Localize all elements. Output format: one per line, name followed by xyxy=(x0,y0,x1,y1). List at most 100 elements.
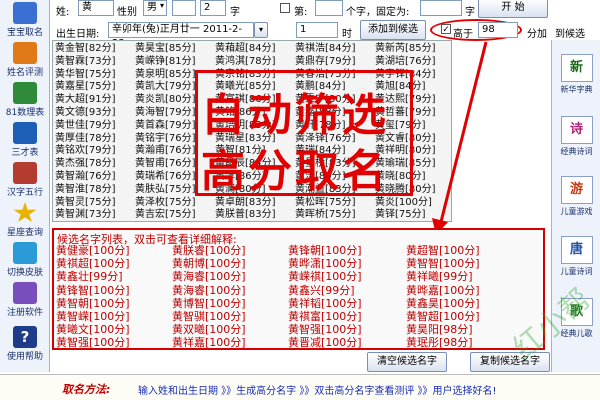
candidate-item[interactable]: 黄博智[100分] xyxy=(172,297,246,310)
candidate-item[interactable]: 黄曦文[100分] xyxy=(56,323,130,336)
name-grid-item[interactable]: 黄世佳[79分] xyxy=(55,120,116,132)
fixed-char-checkbox[interactable] xyxy=(280,3,290,13)
candidate-item[interactable]: 黄鑫昊[100分] xyxy=(406,297,480,310)
name-grid-item[interactable]: 黄瑞希[76分] xyxy=(135,171,196,183)
name-grid-item[interactable]: 黄嘉星[75分] xyxy=(55,81,116,93)
name-grid-item[interactable]: 黄首森[79分] xyxy=(135,120,196,132)
name-grid-item[interactable]: 黄肤弘[75分] xyxy=(135,184,196,196)
candidate-item[interactable]: 黄鑫壮[99分] xyxy=(56,270,123,283)
candidate-item[interactable]: 黄祥韬[100分] xyxy=(288,297,362,310)
name-grid-item[interactable]: 黄海智[79分] xyxy=(135,107,196,119)
name-grid-item[interactable]: 黄泉明[85分] xyxy=(135,69,196,81)
name-grid-item[interactable]: 黄瀚甫[76分] xyxy=(135,145,196,157)
tool-dictionary[interactable]: 新 新华字典 xyxy=(552,54,600,95)
name-grid-item[interactable]: 黄智瀚[76分] xyxy=(55,171,116,183)
candidate-item[interactable]: 黄晔嘉[100分] xyxy=(406,284,480,297)
name-grid-item[interactable]: 黄杰强[78分] xyxy=(55,158,116,170)
candidate-item[interactable]: 黄珉彤[98分] xyxy=(406,336,473,349)
name-grid-item[interactable]: 黄昊宝[85分] xyxy=(135,43,196,55)
birth-hour-input[interactable]: 1 xyxy=(296,22,338,38)
candidate-item[interactable]: 黄锋智[100分] xyxy=(56,284,130,297)
sidebar-item-81-numbers[interactable]: 81数理表 xyxy=(0,82,50,118)
name-grid-item[interactable]: 黄铭欢[79分] xyxy=(55,145,116,157)
candidate-item[interactable]: 黄健豪[100分] xyxy=(56,244,130,257)
name-grid-item[interactable]: 黄晖桥[75分] xyxy=(295,209,356,221)
sidebar-item-wuxing[interactable]: 汉字五行 xyxy=(0,162,50,198)
sidebar-item-baby-naming[interactable]: 宝宝取名 xyxy=(0,2,50,38)
name-grid-item[interactable]: 黄铭宇[76分] xyxy=(135,133,196,145)
candidate-item[interactable]: 黄嵘祺[100分] xyxy=(288,270,362,283)
tool-kids-poems[interactable]: 唐 儿童诗词 xyxy=(552,236,600,277)
name-grid-item[interactable]: 黄葙超[84分] xyxy=(215,43,276,55)
add-to-candidates-button[interactable]: 添加到候选 xyxy=(360,20,426,40)
candidate-item[interactable]: 黄智超[100分] xyxy=(406,310,480,323)
sidebar-item-help[interactable]: ? 使用帮助 xyxy=(0,326,50,362)
name-grid-item[interactable]: 黄朕普[83分] xyxy=(215,209,276,221)
chevron-down-icon[interactable]: ▾ xyxy=(160,1,164,10)
candidate-item[interactable]: 黄智嵘[100分] xyxy=(56,310,130,323)
name-grid-item[interactable]: 黄嵘铮[81分] xyxy=(135,56,196,68)
name-grid-item[interactable]: 黄铎[75分] xyxy=(375,209,426,221)
name-grid-item[interactable]: 黄凯大[79分] xyxy=(135,81,196,93)
candidate-item[interactable]: 黄朕睿[100分] xyxy=(172,244,246,257)
name-grid-item[interactable]: 黄文德[93分] xyxy=(55,107,116,119)
char-count-input[interactable]: 2 xyxy=(200,0,226,16)
name-grid-item[interactable]: 黄鼎存[79分] xyxy=(295,56,356,68)
name-grid-item[interactable]: 黄泽枚[75分] xyxy=(135,197,196,209)
left-sidebar: 宝宝取名 姓名评测 81数理表 三才表 汉字五行 星座查询 切换皮肤 注册软件 … xyxy=(0,0,50,372)
name-grid-item[interactable]: 黄智渊[73分] xyxy=(55,209,116,221)
name-grid-item[interactable]: 黄智灵[75分] xyxy=(55,197,116,209)
tool-poems[interactable]: 诗 经典诗词 xyxy=(552,116,600,157)
name-grid-item[interactable]: 黄金智[82分] xyxy=(55,43,116,55)
tool-games[interactable]: 游 儿童游戏 xyxy=(552,176,600,217)
candidate-item[interactable]: 黄智强[100分] xyxy=(56,336,130,349)
sidebar-item-horoscope[interactable]: 星座查询 xyxy=(0,202,50,238)
sidebar-item-register[interactable]: 注册软件 xyxy=(0,282,50,318)
candidate-item[interactable]: 黄晔潇[100分] xyxy=(288,257,362,270)
name-grid-item[interactable]: 黄智淮[78分] xyxy=(55,184,116,196)
date-picker-button[interactable]: ▾ xyxy=(254,22,268,38)
name-grid-item[interactable]: 黄华智[75分] xyxy=(55,69,116,81)
sidebar-item-sancai[interactable]: 三才表 xyxy=(0,122,50,158)
candidate-item[interactable]: 黄祥曦[99分] xyxy=(406,270,473,283)
name-grid-item[interactable]: 黄智霖[73分] xyxy=(55,56,116,68)
birth-date-input[interactable]: 辛卯年(兔)正月廿一 2011-2-23 xyxy=(108,22,254,49)
key-icon xyxy=(13,282,37,304)
name-grid-item[interactable]: 黄炎凯[80分] xyxy=(135,94,196,106)
candidate-item[interactable]: 黄超智[100分] xyxy=(406,244,480,257)
name-grid-item[interactable]: 黄祺浩[84分] xyxy=(295,43,356,55)
position-input[interactable] xyxy=(315,0,343,16)
candidate-item[interactable]: 黄智骐[100分] xyxy=(172,310,246,323)
name-grid-item[interactable]: 黄鸿淇[78分] xyxy=(215,56,276,68)
candidate-item[interactable]: 黄朝博[100分] xyxy=(172,257,246,270)
candidate-item[interactable]: 黄鑫兴[99分] xyxy=(288,284,355,297)
name-grid-item[interactable]: 黄吉宏[75分] xyxy=(135,209,196,221)
candidate-item[interactable]: 黄海睿[100分] xyxy=(172,284,246,297)
candidate-item[interactable]: 黄锋朝[100分] xyxy=(288,244,362,257)
candidate-item[interactable]: 黄晋减[100分] xyxy=(288,336,362,349)
candidate-list[interactable]: 候选名字列表，双击可查看详细解释: 黄健豪[100分] 黄祺超[100分] 黄鑫壮[… xyxy=(52,228,545,350)
name-grid-item[interactable]: 黄大超[91分] xyxy=(55,94,116,106)
tang-poem-icon: 唐 xyxy=(560,236,593,264)
candidate-item[interactable]: 黄昊阳[98分] xyxy=(406,323,473,336)
clear-candidates-button[interactable]: 清空候选名字 xyxy=(367,352,447,372)
char-count-select[interactable] xyxy=(172,0,196,16)
name-grid-item[interactable]: 黄智甫[76分] xyxy=(135,158,196,170)
above-score-checkbox[interactable]: ✓ xyxy=(441,24,451,35)
sidebar-item-skin[interactable]: 切换皮肤 xyxy=(0,242,50,278)
name-grid-item[interactable]: 黄厚佳[78分] xyxy=(55,133,116,145)
sidebar-item-label: 切换皮肤 xyxy=(6,268,43,278)
method-steps: 输入姓和出生日期 》》生成高分名字 》》双击高分名字查看测评 》》用户选择好名! xyxy=(138,386,497,397)
fixed-char-input[interactable] xyxy=(420,0,462,16)
start-button[interactable]: 开 始 xyxy=(478,0,548,18)
candidate-item[interactable]: 黄祺富[100分] xyxy=(288,310,362,323)
candidate-item[interactable]: 黄智朝[100分] xyxy=(56,297,130,310)
candidate-item[interactable]: 黄双曦[100分] xyxy=(172,323,246,336)
candidate-item[interactable]: 黄祥嘉[100分] xyxy=(172,336,246,349)
candidate-item[interactable]: 黄海睿[100分] xyxy=(172,270,246,283)
candidate-item[interactable]: 黄智强[100分] xyxy=(288,323,362,336)
candidate-item[interactable]: 黄智智[100分] xyxy=(406,257,480,270)
sidebar-item-name-test[interactable]: 姓名评测 xyxy=(0,42,50,78)
surname-input[interactable]: 黄 xyxy=(78,0,114,16)
candidate-item[interactable]: 黄祺超[100分] xyxy=(56,257,130,270)
